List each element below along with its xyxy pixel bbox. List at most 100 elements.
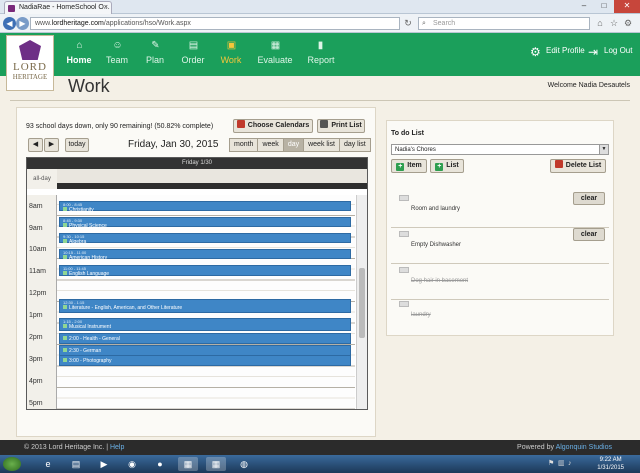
- view-week-list[interactable]: week list: [303, 138, 340, 152]
- minimize-button[interactable]: –: [574, 0, 594, 13]
- allday-row[interactable]: all-day: [27, 169, 367, 189]
- url-field[interactable]: www.lordheritage.com/applications/hso/Wo…: [30, 17, 400, 30]
- add-item-label: Item: [407, 162, 422, 169]
- calendar-event[interactable]: 9:30 - 10:15 Algebra: [59, 233, 351, 245]
- back-button[interactable]: ◀: [3, 17, 16, 30]
- view-day-list[interactable]: day list: [338, 138, 371, 152]
- calendar-event[interactable]: 12:30 - 1:15 Literature - English, Americ…: [59, 299, 351, 313]
- delete-list-label: Delete List: [565, 162, 602, 169]
- check-icon: [63, 271, 67, 275]
- todo-list-select[interactable]: Nadia's Chores ▼: [391, 144, 609, 155]
- check-icon: [63, 324, 67, 328]
- calendar-event[interactable]: 2:00 - Health - General: [59, 333, 351, 344]
- clear-button[interactable]: clear: [573, 228, 605, 241]
- search-input[interactable]: ⌕ Search: [418, 17, 590, 30]
- app-window-icon[interactable]: ▦: [206, 457, 226, 471]
- hour-label: 10am: [29, 246, 47, 253]
- app-icon[interactable]: ●: [150, 457, 170, 471]
- chrome-icon[interactable]: ◉: [122, 457, 142, 471]
- edit-profile-link[interactable]: ⚙ Edit Profile: [530, 33, 586, 76]
- edit-profile-label: Edit Profile: [546, 46, 585, 55]
- chevron-left-icon: ◀: [32, 141, 39, 148]
- todo-checkbox[interactable]: [399, 231, 409, 237]
- media-player-icon[interactable]: ▶: [94, 457, 114, 471]
- home-browser-icon[interactable]: ⌂: [594, 17, 606, 29]
- view-day[interactable]: day: [282, 138, 305, 152]
- lord-heritage-logo[interactable]: LORD HERITAGE: [6, 35, 54, 91]
- team-icon: ☺: [112, 40, 123, 51]
- windows-taskbar: e ▤ ▶ ◉ ● ▦ ▦ ◍ ⚑ ▥ ♪ 9:22 AM 1/31/2015: [0, 455, 640, 473]
- next-day-button[interactable]: ▶: [44, 138, 59, 152]
- reload-icon[interactable]: ↻: [402, 17, 414, 29]
- nav-work[interactable]: ▣ Work: [212, 33, 250, 76]
- print-list-label: Print List: [331, 122, 362, 129]
- todo-checkbox[interactable]: [399, 267, 409, 273]
- calendar-event[interactable]: 11:00 - 11:45 English Language: [59, 265, 351, 277]
- view-month[interactable]: month: [229, 138, 259, 152]
- nav-report[interactable]: ▮ Report: [300, 33, 342, 76]
- address-bar-row: ◀ ▶ www.lordheritage.com/applications/hs…: [0, 14, 640, 33]
- print-list-button[interactable]: Print List: [317, 119, 365, 133]
- log-out-link[interactable]: ⇥ Log Out: [588, 33, 632, 76]
- tray-network-icon[interactable]: ▥: [558, 460, 566, 468]
- help-link[interactable]: Help: [110, 444, 124, 451]
- nav-team[interactable]: ☺ Team: [98, 33, 136, 76]
- calendar-event[interactable]: 8:00 - 8:45 Christianity: [59, 201, 351, 213]
- scrollbar-thumb[interactable]: [359, 268, 365, 338]
- tray-volume-icon[interactable]: ♪: [568, 460, 576, 468]
- nav-home[interactable]: ⌂ Home: [60, 33, 98, 76]
- delete-icon: [554, 160, 563, 168]
- calendar-event[interactable]: 10:15 - 11:00 American History: [59, 249, 351, 261]
- view-week[interactable]: week: [257, 138, 284, 152]
- logo-line1: LORD: [13, 61, 47, 73]
- firefox-icon[interactable]: ◍: [234, 457, 254, 471]
- nav-evaluate[interactable]: ▦ Evaluate: [250, 33, 300, 76]
- event-title: 2:30 - German: [60, 346, 350, 354]
- nav-label: Order: [181, 55, 205, 65]
- delete-list-button[interactable]: Delete List: [550, 159, 606, 173]
- favicon-icon: [8, 5, 15, 12]
- nav-order[interactable]: ▤ Order: [174, 33, 212, 76]
- todo-item-label: Dog hair in basement: [411, 278, 469, 284]
- tab-title: NadiaRae - HomeSchool O...: [19, 4, 110, 11]
- browser-tab[interactable]: NadiaRae - HomeSchool O... ×: [4, 1, 112, 14]
- taskbar-clock[interactable]: 9:22 AM 1/31/2015: [597, 456, 624, 472]
- add-item-button[interactable]: + Item: [391, 159, 427, 173]
- event-name: American History: [69, 255, 108, 261]
- maximize-button[interactable]: □: [594, 0, 614, 13]
- choose-calendars-button[interactable]: Choose Calendars: [233, 119, 313, 133]
- todo-checkbox[interactable]: [399, 301, 409, 307]
- chevron-right-icon: ▶: [48, 141, 55, 148]
- copyright-text: © 2013 Lord Heritage Inc. |: [24, 444, 109, 451]
- calendar-event[interactable]: 3:00 - Photography: [59, 355, 351, 366]
- forward-button[interactable]: ▶: [16, 17, 29, 30]
- favorites-icon[interactable]: ☆: [608, 17, 620, 29]
- url-prefix: www.: [35, 20, 52, 27]
- todo-checkbox[interactable]: [399, 195, 409, 201]
- todo-item: Empty Dishwasher clear: [391, 228, 609, 264]
- close-window-button[interactable]: ✕: [614, 0, 640, 13]
- ie-icon[interactable]: e: [38, 457, 58, 471]
- tab-close-icon[interactable]: ×: [104, 2, 108, 14]
- explorer-icon[interactable]: ▤: [66, 457, 86, 471]
- check-icon: [63, 358, 67, 362]
- tray-flag-icon[interactable]: ⚑: [548, 460, 556, 468]
- app-window-icon[interactable]: ▦: [178, 457, 198, 471]
- add-list-button[interactable]: + List: [430, 159, 464, 173]
- prev-day-button[interactable]: ◀: [28, 138, 43, 152]
- calendar-event[interactable]: 8:45 - 9:30 Physical Science: [59, 217, 351, 229]
- check-icon: [63, 336, 67, 340]
- window-controls: – □ ✕: [574, 0, 640, 13]
- event-name: Literature - English, American, and Othe…: [69, 305, 183, 311]
- settings-icon[interactable]: ⚙: [622, 17, 634, 29]
- algonquin-studios-link[interactable]: Algonquin Studios: [556, 444, 612, 451]
- nav-plan[interactable]: ✎ Plan: [136, 33, 174, 76]
- view-switcher: month week day week list day list: [229, 138, 371, 152]
- start-button[interactable]: [3, 457, 21, 471]
- today-button[interactable]: today: [65, 138, 89, 152]
- calendar-event[interactable]: 1:15 - 2:00 Musical Instrument: [59, 318, 351, 331]
- calendar-scrollbar[interactable]: [356, 195, 367, 409]
- hour-label: 9am: [29, 225, 43, 232]
- plan-icon: ✎: [151, 40, 160, 51]
- clear-button[interactable]: clear: [573, 192, 605, 205]
